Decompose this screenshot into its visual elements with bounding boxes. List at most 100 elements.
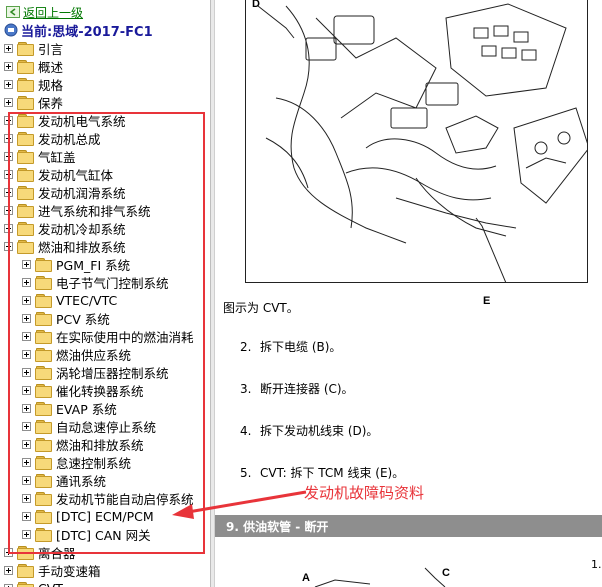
tree-item-label[interactable]: 电子节气门控制系统 [56,273,169,292]
expand-icon[interactable] [22,493,31,503]
expand-icon[interactable] [4,79,13,89]
tree-item[interactable]: 燃油供应系统 [22,345,131,363]
tree-item[interactable]: 燃油和排放系统 [4,237,126,255]
folder-icon [35,347,52,362]
tree-item-label[interactable]: 燃油和排放系统 [38,237,126,256]
tree-item-label[interactable]: 发动机润滑系统 [38,183,126,202]
tree-item[interactable]: 概述 [4,57,63,75]
tree-item-label[interactable]: 催化转换器系统 [56,381,144,400]
tree-item[interactable]: 自动怠速停止系统 [22,417,156,435]
tree-item[interactable]: [DTC] ECM/PCM [22,507,154,525]
expand-icon[interactable] [4,205,13,215]
tree-item[interactable]: 催化转换器系统 [22,381,144,399]
tree-item-label[interactable]: 发动机气缸体 [38,165,113,184]
expand-icon[interactable] [22,349,31,359]
tree-item-label[interactable]: 发动机冷却系统 [38,219,126,238]
expand-icon[interactable] [22,331,31,341]
tree-item-label[interactable]: 手动变速箱 [38,561,101,580]
tree-item-label[interactable]: 气缸盖 [38,147,76,166]
expand-icon[interactable] [4,169,13,179]
tree-item-label[interactable]: 涡轮增压器控制系统 [56,363,169,382]
tree-item[interactable]: EVAP 系统 [22,399,117,417]
expand-icon[interactable] [22,259,31,269]
tree-item[interactable]: 手动变速箱 [4,561,101,579]
tree-item[interactable]: 发动机润滑系统 [4,183,126,201]
tree-item-label[interactable]: 通讯系统 [56,471,106,490]
tree-item[interactable]: 电子节气门控制系统 [22,273,169,291]
tree-item[interactable]: PGM_FI 系统 [22,255,130,273]
expand-icon[interactable] [4,565,13,575]
expand-icon[interactable] [22,511,31,521]
tree-item-label[interactable]: 在实际使用中的燃油消耗 [56,327,194,346]
expand-icon[interactable] [22,529,31,539]
tree-item-label[interactable]: 燃油和排放系统 [56,435,144,454]
expand-icon[interactable] [22,439,31,449]
expand-icon[interactable] [4,187,13,197]
tree-item[interactable]: 通讯系统 [22,471,106,489]
annotation-arrow-icon [172,490,307,519]
folder-icon [17,203,34,218]
tree-item[interactable]: VTEC/VTC [22,291,117,309]
lower-callout-a: A [302,572,310,584]
tree-item[interactable]: 在实际使用中的燃油消耗 [22,327,194,345]
tree-item-label[interactable]: 怠速控制系统 [56,453,131,472]
expand-icon[interactable] [4,97,13,107]
collapse-icon[interactable] [4,241,13,251]
tree-item-label[interactable]: 引言 [38,39,63,58]
tree-item-label[interactable]: 保养 [38,93,63,112]
tree-item[interactable]: 发动机气缸体 [4,165,113,183]
tree-item-label[interactable]: 发动机总成 [38,129,101,148]
tree-item-label[interactable]: CVT [38,581,63,587]
expand-icon[interactable] [4,115,13,125]
tree-item[interactable]: 涡轮增压器控制系统 [22,363,169,381]
tree-item-label[interactable]: [DTC] CAN 网关 [56,525,151,544]
tree-item-label[interactable]: 离合器 [38,543,76,562]
tree-item[interactable]: 发动机电气系统 [4,111,126,129]
tree-item[interactable]: 进气系统和排气系统 [4,201,151,219]
tree-item[interactable]: [DTC] CAN 网关 [22,525,151,543]
expand-icon[interactable] [22,367,31,377]
expand-icon[interactable] [4,61,13,71]
folder-icon [35,455,52,470]
expand-icon[interactable] [4,43,13,53]
expand-icon[interactable] [4,151,13,161]
tree-item-label[interactable]: 规格 [38,75,63,94]
expand-icon[interactable] [4,133,13,143]
expand-icon[interactable] [22,295,31,305]
tree-item-label[interactable]: VTEC/VTC [56,293,117,308]
tree-item[interactable]: 气缸盖 [4,147,76,165]
tree-item-label[interactable]: PCV 系统 [56,309,110,328]
tree-item-label[interactable]: 燃油供应系统 [56,345,131,364]
tree-item-label[interactable]: 概述 [38,57,63,76]
folder-icon [35,329,52,344]
expand-icon[interactable] [4,223,13,233]
tree-item[interactable]: 怠速控制系统 [22,453,131,471]
expand-icon[interactable] [22,313,31,323]
tree-item[interactable]: 保养 [4,93,63,111]
expand-icon[interactable] [22,457,31,467]
tree-item-label[interactable]: 进气系统和排气系统 [38,201,151,220]
tree-item[interactable]: 规格 [4,75,63,93]
tree-item-label[interactable]: EVAP 系统 [56,399,117,418]
expand-icon[interactable] [22,277,31,287]
tree-item-label[interactable]: 发动机电气系统 [38,111,126,130]
expand-icon[interactable] [22,403,31,413]
tree-item[interactable]: CVT [4,579,63,587]
tree-item[interactable]: 引言 [4,39,63,57]
tree-item[interactable]: 离合器 [4,543,76,561]
tree-item[interactable]: 发动机冷却系统 [4,219,126,237]
back-link[interactable]: 返回上一级 [6,4,83,20]
expand-icon[interactable] [22,475,31,485]
tree-item-label[interactable]: [DTC] ECM/PCM [56,509,154,524]
tree-item[interactable]: 发动机总成 [4,129,101,147]
expand-icon[interactable] [4,583,13,587]
tree-item-label[interactable]: 自动怠速停止系统 [56,417,156,436]
expand-icon[interactable] [4,547,13,557]
tree-item[interactable]: PCV 系统 [22,309,110,327]
back-link-label[interactable]: 返回上一级 [23,4,83,21]
expand-icon[interactable] [22,421,31,431]
folder-icon [35,311,52,326]
expand-icon[interactable] [22,385,31,395]
tree-item[interactable]: 燃油和排放系统 [22,435,144,453]
tree-item-label[interactable]: PGM_FI 系统 [56,255,130,274]
